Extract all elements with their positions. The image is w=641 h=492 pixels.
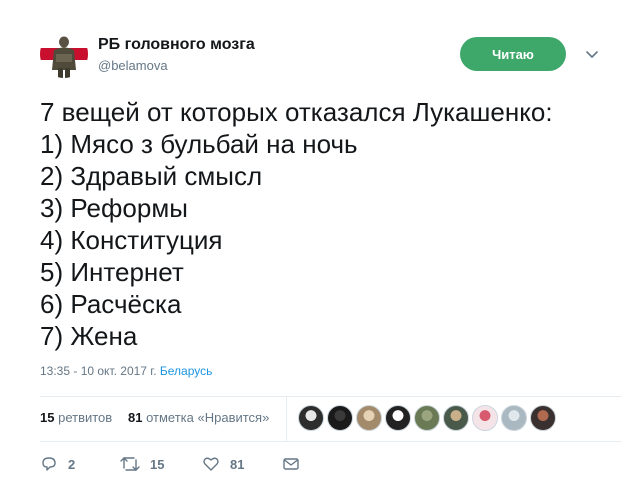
reply-icon bbox=[42, 457, 56, 471]
liker-avatar[interactable] bbox=[414, 405, 440, 431]
like-count: 81 bbox=[230, 456, 245, 472]
tweet-header: РБ головного мозга @belamova Читаю bbox=[40, 30, 617, 80]
retweets-stat[interactable]: 15 ретвитов bbox=[40, 410, 112, 425]
tweet-line: 7 вещей от которых отказался Лукашенко: bbox=[40, 97, 553, 127]
tweet-text: 7 вещей от которых отказался Лукашенко: … bbox=[40, 96, 621, 352]
retweet-icon bbox=[120, 457, 140, 471]
liker-avatar[interactable] bbox=[472, 405, 498, 431]
liker-avatar[interactable] bbox=[327, 405, 353, 431]
user-name[interactable]: РБ головного мозга bbox=[98, 36, 255, 54]
tweet-actions: 2 15 81 bbox=[40, 452, 621, 476]
liker-avatar[interactable] bbox=[356, 405, 382, 431]
retweet-button[interactable]: 15 bbox=[120, 452, 164, 476]
likes-stat[interactable]: 81 отметка «Нравится» bbox=[128, 410, 269, 425]
tweet-meta: 13:35 - 10 окт. 2017 г. Беларусь bbox=[40, 364, 212, 378]
liker-avatar[interactable] bbox=[530, 405, 556, 431]
tweet-line: 5) Интернет bbox=[40, 257, 184, 287]
liker-avatar[interactable] bbox=[298, 405, 324, 431]
retweet-count: 15 bbox=[150, 456, 165, 472]
direct-message-button[interactable] bbox=[282, 452, 310, 476]
likes-count: 81 bbox=[128, 410, 143, 425]
follow-button[interactable]: Читаю bbox=[460, 37, 566, 71]
chevron-down-icon[interactable] bbox=[584, 46, 600, 62]
reply-count: 2 bbox=[68, 456, 76, 472]
likes-label: отметка «Нравится» bbox=[146, 410, 270, 425]
retweets-label: ретвитов bbox=[58, 410, 113, 425]
reply-button[interactable]: 2 bbox=[40, 452, 75, 476]
like-button[interactable]: 81 bbox=[202, 452, 244, 476]
user-handle[interactable]: @belamova bbox=[98, 58, 168, 73]
tweet-line: 4) Конституция bbox=[40, 225, 223, 255]
location-link[interactable]: Беларусь bbox=[160, 364, 212, 378]
tweet-line: 3) Реформы bbox=[40, 193, 188, 223]
timestamp[interactable]: 13:35 - 10 окт. 2017 г. bbox=[40, 364, 157, 378]
like-icon bbox=[203, 457, 219, 471]
tweet-line: 6) Расчёска bbox=[40, 289, 182, 319]
stats-row: 15 ретвитов 81 отметка «Нравится» bbox=[40, 397, 621, 441]
divider bbox=[40, 441, 621, 442]
soldier-figure-icon bbox=[52, 36, 76, 78]
liker-avatar[interactable] bbox=[443, 405, 469, 431]
liker-avatar[interactable] bbox=[501, 405, 527, 431]
tweet-line: 7) Жена bbox=[40, 321, 138, 351]
tweet-line: 2) Здравый смысл bbox=[40, 161, 263, 191]
tweet-line: 1) Мясо з бульбай на ночь bbox=[40, 129, 358, 159]
liker-avatar[interactable] bbox=[385, 405, 411, 431]
retweets-count: 15 bbox=[40, 410, 55, 425]
stats-separator bbox=[286, 397, 287, 441]
message-icon bbox=[283, 458, 299, 470]
avatar[interactable] bbox=[40, 30, 88, 78]
